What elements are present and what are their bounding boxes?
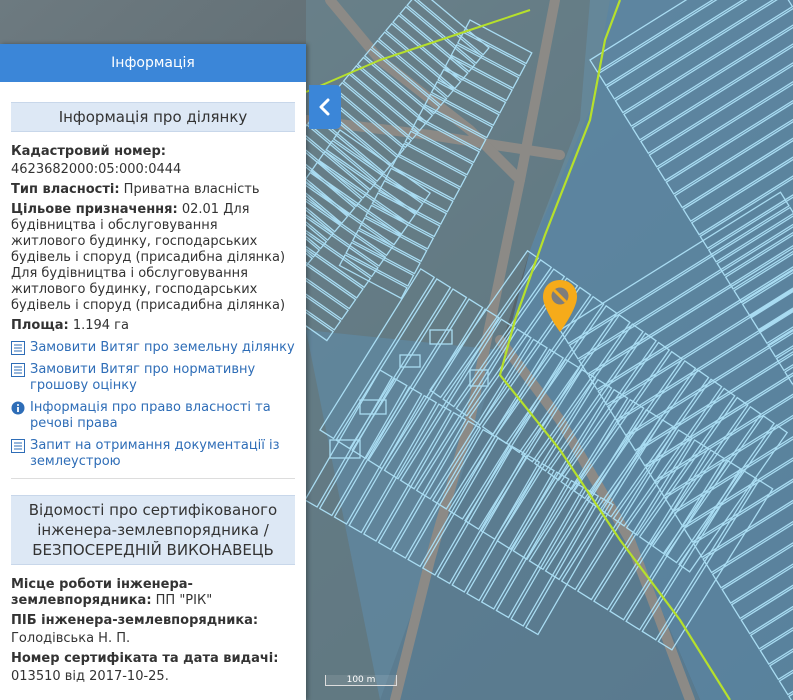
list-icon: [11, 363, 25, 377]
ownership-rights-info-label: Інформація про право власності та речові…: [30, 400, 271, 431]
ownership-row: Тип власності: Приватна власність: [11, 182, 295, 198]
ownership-value: Приватна власність: [119, 182, 260, 197]
panel-header: Інформація: [0, 44, 306, 82]
list-icon: [11, 341, 25, 355]
cadastral-number-label: Кадастровий номер:: [11, 144, 166, 159]
order-valuation-extract-label: Замовити Витяг про нормативну грошову оц…: [30, 362, 256, 393]
land-docs-request-link[interactable]: Запит на отримання документації із земле…: [11, 438, 295, 470]
order-parcel-extract-label: Замовити Витяг про земельну ділянку: [30, 340, 295, 355]
order-parcel-extract-link[interactable]: Замовити Витяг про земельну ділянку: [11, 340, 295, 356]
parcel-section-heading: Інформація про ділянку: [11, 102, 295, 132]
area-value: 1.194 га: [68, 318, 129, 333]
ownership-label: Тип власності:: [11, 182, 120, 197]
engineer-name-label: ПІБ інженера-землевпорядника:: [11, 613, 259, 628]
order-valuation-extract-link[interactable]: Замовити Витяг про нормативну грошову оц…: [11, 362, 295, 394]
info-icon: [11, 401, 25, 415]
certificate-label: Номер сертифіката та дата видачі:: [11, 651, 279, 666]
purpose-label: Цільове призначення:: [11, 202, 178, 217]
engineer-name-value: Голодівська Н. П.: [11, 631, 131, 646]
certificate-value: 013510 від 2017-10-25.: [11, 669, 169, 684]
ownership-rights-info-link[interactable]: Інформація про право власності та речові…: [11, 400, 295, 432]
panel-title: Інформація: [111, 55, 195, 71]
info-panel: Інформація Інформація про ділянку Кадаст…: [0, 44, 306, 700]
purpose-value: 02.01 Для будівництва і обслуговування ж…: [11, 202, 286, 313]
map-scale: 100 m: [325, 668, 397, 686]
chevron-left-icon: [319, 98, 330, 116]
collapse-panel-button[interactable]: [309, 85, 341, 129]
parcel-location-marker[interactable]: [541, 278, 579, 334]
cadastral-number-value: 4623682000:05:000:0444: [11, 162, 182, 177]
area-row: Площа: 1.194 га: [11, 318, 295, 334]
land-docs-request-label: Запит на отримання документації із земле…: [30, 438, 280, 469]
list-icon: [11, 439, 25, 453]
area-label: Площа:: [11, 318, 69, 333]
scale-label: 100 m: [325, 675, 397, 686]
workplace-value: ПП "РІК": [151, 593, 213, 608]
engineer-section-heading: Відомості про сертифікованого інженера-з…: [11, 495, 295, 565]
divider: [11, 478, 295, 479]
purpose-row: Цільове призначення: 02.01 Для будівницт…: [11, 202, 295, 314]
workplace-row: Місце роботи інженера-землевпорядника: П…: [11, 577, 295, 609]
